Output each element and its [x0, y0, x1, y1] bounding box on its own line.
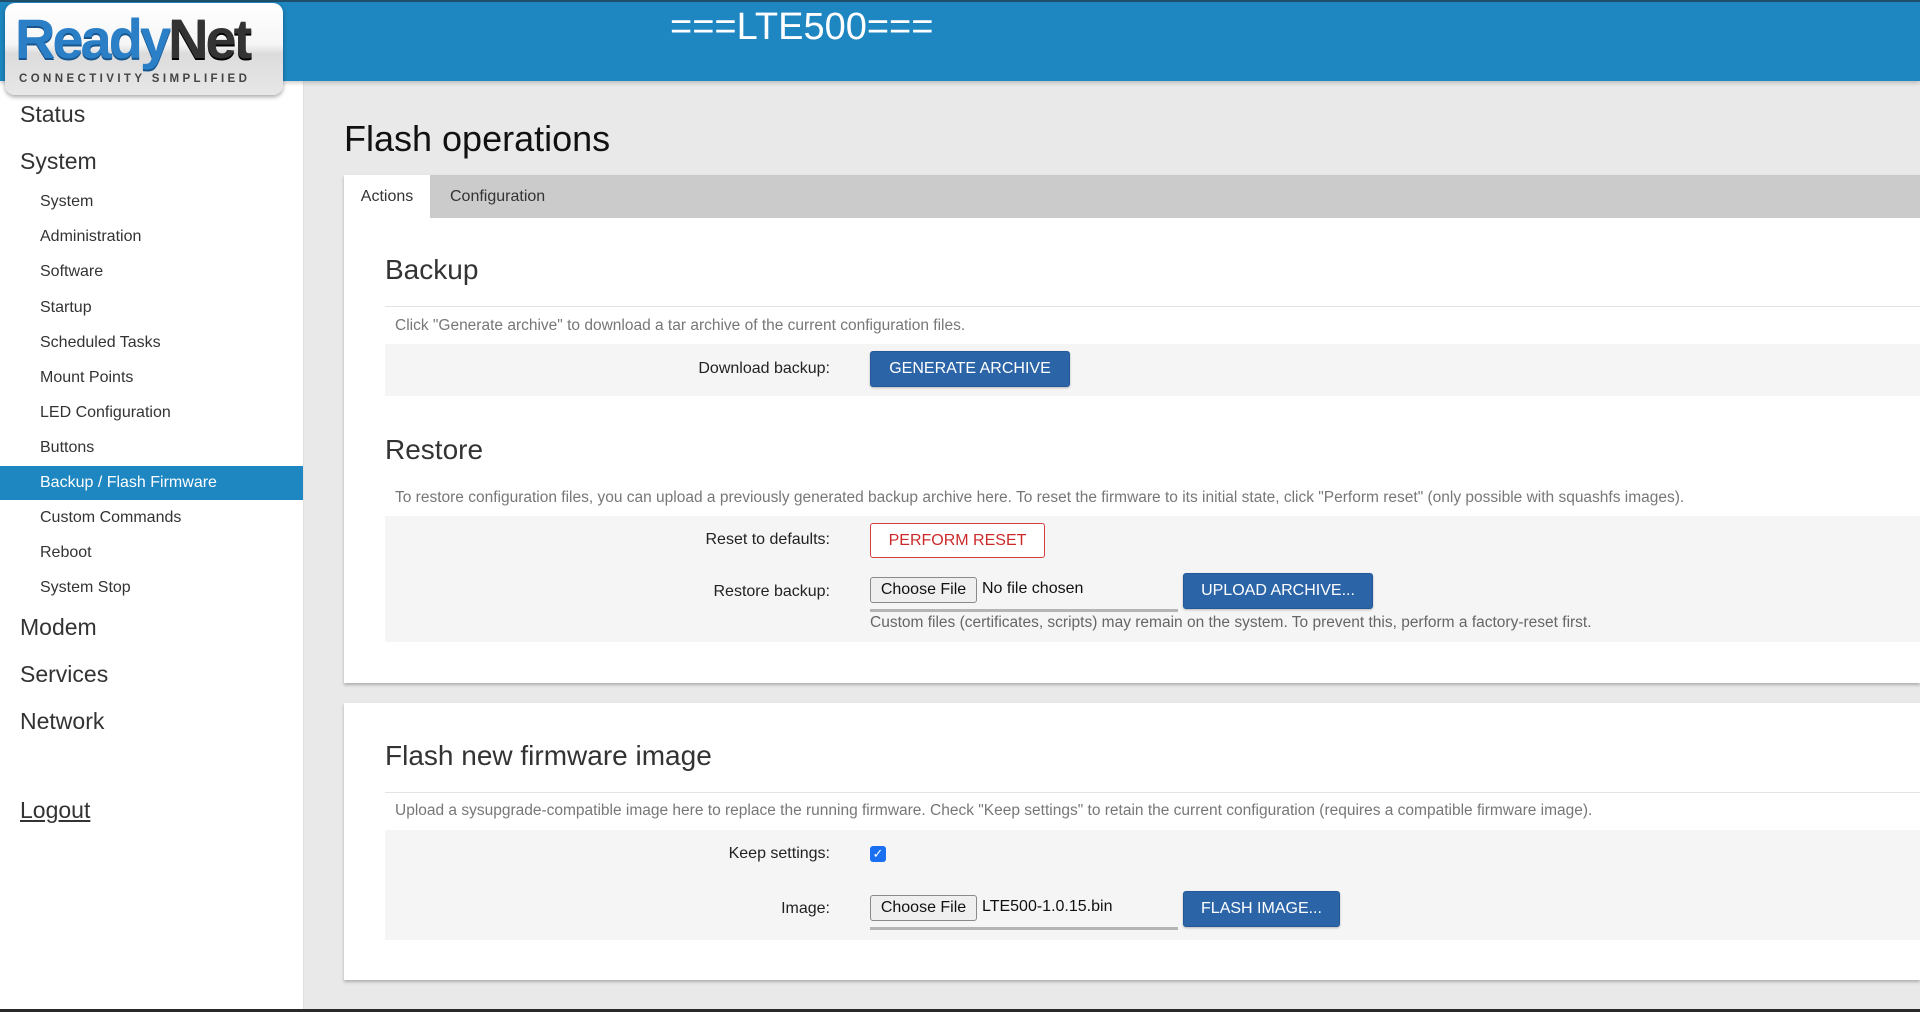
backup-title: Backup — [385, 254, 479, 285]
download-backup-label: Download backup: — [698, 360, 830, 377]
logo-tagline: CONNECTIVITY SIMPLIFIED — [19, 73, 251, 85]
restore-title: Restore — [385, 434, 484, 465]
sidebar-subitem-buttons[interactable]: Buttons — [0, 431, 303, 465]
keep-settings-label: Keep settings: — [728, 845, 830, 862]
restore-description: To restore configuration files, you can … — [395, 489, 1685, 506]
upload-archive-button[interactable]: UPLOAD ARCHIVE... — [1183, 573, 1373, 609]
sidebar-subitem-system-stop[interactable]: System Stop — [0, 571, 303, 605]
flash-title: Flash new firmware image — [385, 740, 712, 771]
sidebar-divider — [303, 81, 304, 1009]
image-choose-file-button[interactable]: Choose File — [870, 895, 977, 921]
sidebar-item-system[interactable]: System — [20, 148, 97, 175]
backup-divider — [385, 306, 1920, 307]
image-label: Image: — [781, 900, 830, 917]
tab-bar: Actions Configuration — [344, 175, 1920, 218]
sidebar-subitem-system[interactable]: System — [0, 185, 303, 219]
readynet-logo[interactable]: ReadyNet CONNECTIVITY SIMPLIFIED — [5, 3, 283, 95]
restore-backup-label: Restore backup: — [713, 583, 830, 600]
page-title: Flash operations — [344, 118, 611, 159]
flash-divider — [385, 792, 1920, 793]
tab-configuration[interactable]: Configuration — [450, 175, 545, 218]
generate-archive-button[interactable]: GENERATE ARCHIVE — [870, 351, 1070, 387]
restore-helper-text: Custom files (certificates, scripts) may… — [870, 614, 1592, 631]
perform-reset-button[interactable]: PERFORM RESET — [870, 523, 1045, 558]
logo-net: Net — [168, 7, 252, 70]
sidebar-subitem-mount-points[interactable]: Mount Points — [0, 361, 303, 395]
sidebar-subitem-startup[interactable]: Startup — [0, 291, 303, 325]
image-file-name: LTE500-1.0.15.bin — [982, 898, 1113, 915]
device-title: ===LTE500=== — [670, 6, 934, 48]
logo-wordmark: ReadyNet — [15, 7, 252, 70]
sidebar-subitem-scheduled-tasks[interactable]: Scheduled Tasks — [0, 326, 303, 360]
restore-file-name: No file chosen — [982, 580, 1084, 597]
flash-description: Upload a sysupgrade-compatible image her… — [395, 802, 1593, 819]
top-header: ===LTE500=== — [0, 0, 1920, 81]
image-file-underline — [870, 927, 1178, 930]
sidebar-item-network[interactable]: Network — [20, 708, 104, 735]
sidebar-subitem-reboot[interactable]: Reboot — [0, 536, 303, 570]
sidebar-item-modem[interactable]: Modem — [20, 614, 97, 641]
tab-actions[interactable]: Actions — [344, 175, 430, 218]
sidebar-subitem-backup-flash-firmware[interactable]: Backup / Flash Firmware — [0, 466, 303, 500]
keep-settings-checkbox[interactable]: ✓ — [870, 846, 886, 862]
logout-link[interactable]: Logout — [20, 797, 90, 824]
sidebar-item-status[interactable]: Status — [20, 101, 85, 128]
backup-description: Click "Generate archive" to download a t… — [395, 317, 966, 334]
sidebar-subitem-software[interactable]: Software — [0, 255, 303, 289]
sidebar-subitem-administration[interactable]: Administration — [0, 220, 303, 254]
sidebar-item-services[interactable]: Services — [20, 661, 108, 688]
logo-ready: Ready — [15, 7, 171, 70]
sidebar: Status System System Administration Soft… — [0, 81, 303, 1009]
sidebar-subitem-custom-commands[interactable]: Custom Commands — [0, 501, 303, 535]
reset-defaults-label: Reset to defaults: — [705, 531, 830, 548]
sidebar-subitem-led-configuration[interactable]: LED Configuration — [0, 396, 303, 430]
restore-file-underline — [870, 609, 1178, 612]
flash-image-button[interactable]: FLASH IMAGE... — [1183, 891, 1340, 927]
restore-choose-file-button[interactable]: Choose File — [870, 577, 977, 603]
